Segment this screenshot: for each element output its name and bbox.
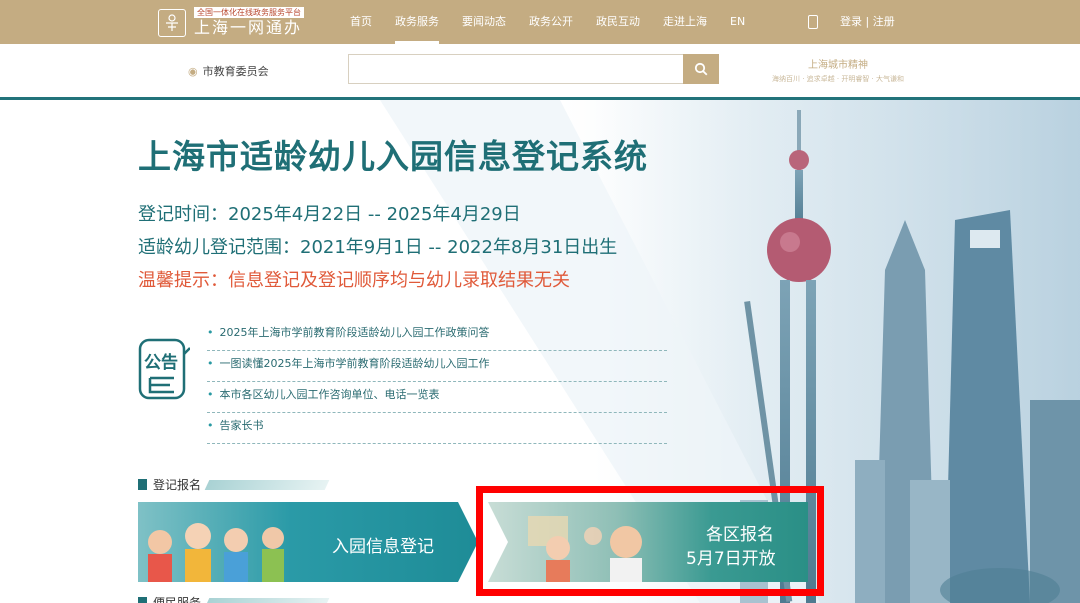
nav-gov-open[interactable]: 政务公开 (529, 0, 573, 44)
warm-tip: 温馨提示：信息登记及登记顺序均与幼儿录取结果无关 (138, 270, 570, 291)
nav-gov-services[interactable]: 政务服务 (395, 0, 439, 44)
slogan-subtitle: 海纳百川 · 追求卓越 · 开明睿智 · 大气谦和 (771, 75, 905, 83)
announcement-item[interactable]: • 告家长书 (207, 413, 667, 444)
info-register-label: 入园信息登记 (332, 537, 434, 557)
location-pin-icon: ◉ (188, 65, 198, 78)
announcement-list: • 2025年上海市学前教育阶段适龄幼儿入园工作政策问答 • 一图读懂2025年上海… (207, 320, 667, 444)
top-nav-bar: 全国一体化在线政务服务平台 上海一网通办 首页 政务服务 要闻动态 政务公开 政… (0, 0, 1080, 44)
nav-about-shanghai[interactable]: 走进上海 (663, 0, 707, 44)
announcement-item[interactable]: • 本市各区幼儿入园工作咨询单位、电话一览表 (207, 382, 667, 413)
search-icon (694, 62, 708, 76)
department-location[interactable]: ◉ 市教育委员会 (188, 63, 269, 79)
age-range: 适龄幼儿登记范围：2021年9月1日 -- 2022年8月31日出生 (138, 237, 618, 258)
logo-subtitle: 全国一体化在线政务服务平台 (194, 7, 304, 18)
logo-emblem-icon (158, 8, 186, 37)
city-spirit-slogan: 上海城市精神 海纳百川 · 追求卓越 · 开明睿智 · 大气谦和 (758, 56, 918, 84)
logo-title: 上海一网通办 (194, 18, 303, 37)
search-input[interactable] (348, 54, 684, 84)
login-register-link[interactable]: 登录 | 注册 (840, 0, 895, 44)
site-logo[interactable]: 全国一体化在线政务服务平台 上海一网通办 (158, 7, 304, 38)
section-service-heading: 便民服务 (138, 594, 330, 603)
red-highlight-box (476, 486, 824, 596)
slogan-title: 上海城市精神 (808, 60, 868, 71)
announcement-icon: 公告 (138, 338, 190, 400)
section-register-heading: 登记报名 (138, 476, 330, 493)
announcement-item[interactable]: • 2025年上海市学前教育阶段适龄幼儿入园工作政策问答 (207, 320, 667, 351)
nav-english[interactable]: EN (730, 0, 745, 44)
nav-interaction[interactable]: 政民互动 (596, 0, 640, 44)
main-nav: 首页 政务服务 要闻动态 政务公开 政民互动 走进上海 EN (350, 0, 768, 44)
hero-banner: 上海市适龄幼儿入园信息登记系统 登记时间：2025年4月22日 -- 2025年… (0, 100, 1080, 603)
mobile-phone-icon[interactable] (808, 15, 818, 29)
register-time: 登记时间：2025年4月22日 -- 2025年4月29日 (138, 204, 521, 225)
search-button[interactable] (683, 54, 719, 84)
page-title: 上海市适龄幼儿入园信息登记系统 (138, 137, 648, 176)
info-register-button[interactable]: 入园信息登记 (138, 502, 478, 582)
announcement-icon-text: 公告 (144, 352, 178, 373)
nav-home[interactable]: 首页 (350, 0, 372, 44)
search-bar-row: ◉ 市教育委员会 上海城市精神 海纳百川 · 追求卓越 · 开明睿智 · 大气谦和 (0, 44, 1080, 100)
announcement-item[interactable]: • 一图读懂2025年上海市学前教育阶段适龄幼儿入园工作 (207, 351, 667, 382)
department-name: 市教育委员会 (202, 65, 269, 78)
nav-news[interactable]: 要闻动态 (462, 0, 506, 44)
